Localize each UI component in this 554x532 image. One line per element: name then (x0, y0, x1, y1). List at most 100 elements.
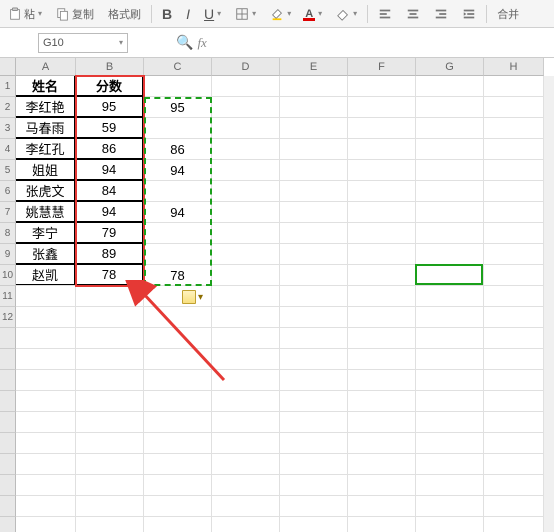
cell[interactable]: 姐姐 (15, 159, 75, 180)
cell[interactable] (76, 307, 144, 328)
paste-button[interactable]: 粘 ▾ (4, 4, 46, 24)
cell[interactable] (212, 307, 280, 328)
cell[interactable] (144, 118, 212, 139)
cell[interactable] (280, 349, 348, 370)
cell[interactable]: 李红艳 (15, 96, 75, 117)
cell[interactable] (144, 433, 212, 454)
cell[interactable] (416, 391, 484, 412)
cell[interactable] (484, 433, 544, 454)
cell[interactable] (16, 349, 76, 370)
fx-label[interactable]: fx (197, 35, 206, 51)
cell[interactable]: 张鑫 (15, 243, 75, 264)
cell[interactable] (144, 496, 212, 517)
cell[interactable] (16, 454, 76, 475)
cell[interactable] (484, 118, 544, 139)
table-header-cell[interactable]: 姓名 (15, 75, 75, 96)
cell[interactable] (144, 328, 212, 349)
cell[interactable] (416, 160, 484, 181)
cell[interactable] (144, 244, 212, 265)
cell[interactable] (416, 265, 484, 286)
cell[interactable] (280, 202, 348, 223)
cell[interactable] (280, 223, 348, 244)
cell[interactable] (484, 307, 544, 328)
cell[interactable] (16, 328, 76, 349)
cell[interactable] (348, 139, 416, 160)
cell[interactable] (280, 118, 348, 139)
cell[interactable] (76, 328, 144, 349)
font-color-button[interactable]: A ▾ (301, 4, 326, 23)
cell[interactable] (280, 286, 348, 307)
cell[interactable] (212, 412, 280, 433)
cell[interactable] (280, 328, 348, 349)
cell[interactable] (484, 160, 544, 181)
cell[interactable] (348, 433, 416, 454)
cell[interactable] (212, 286, 280, 307)
cell[interactable] (416, 328, 484, 349)
cell[interactable]: 94 (144, 160, 212, 181)
cell[interactable] (348, 118, 416, 139)
row-header[interactable] (0, 517, 16, 532)
cell[interactable] (280, 244, 348, 265)
clear-format-button[interactable]: ▾ (332, 5, 361, 23)
bold-button[interactable]: B (158, 4, 176, 24)
italic-button[interactable]: I (182, 4, 194, 24)
cell[interactable] (348, 202, 416, 223)
cell[interactable] (212, 139, 280, 160)
cell[interactable]: 赵凯 (15, 264, 75, 285)
cell[interactable] (280, 412, 348, 433)
cell[interactable] (348, 181, 416, 202)
cell[interactable] (348, 475, 416, 496)
row-header[interactable]: 5 (0, 160, 16, 181)
cell[interactable] (348, 265, 416, 286)
cell[interactable] (212, 391, 280, 412)
cell[interactable] (76, 475, 144, 496)
format-painter-button[interactable]: 格式刷 (104, 4, 145, 24)
cell[interactable] (144, 349, 212, 370)
cell[interactable] (484, 265, 544, 286)
cell[interactable] (348, 412, 416, 433)
cell[interactable] (144, 391, 212, 412)
cell[interactable]: 张虎文 (15, 180, 75, 201)
cell[interactable] (484, 181, 544, 202)
cell[interactable] (212, 160, 280, 181)
row-header[interactable] (0, 433, 16, 454)
cell[interactable] (348, 97, 416, 118)
column-header[interactable]: B (76, 58, 144, 76)
cell[interactable] (144, 475, 212, 496)
cell[interactable]: 李宁 (15, 222, 75, 243)
cell[interactable] (416, 475, 484, 496)
cell[interactable] (212, 76, 280, 97)
cell[interactable] (348, 244, 416, 265)
row-header[interactable]: 6 (0, 181, 16, 202)
cell[interactable]: 95 (75, 96, 143, 117)
cell[interactable] (280, 97, 348, 118)
column-header[interactable]: G (416, 58, 484, 76)
row-header[interactable]: 9 (0, 244, 16, 265)
cell[interactable] (76, 454, 144, 475)
cell[interactable] (484, 391, 544, 412)
cell[interactable] (416, 244, 484, 265)
column-header[interactable]: C (144, 58, 212, 76)
row-header[interactable] (0, 475, 16, 496)
cell[interactable] (484, 139, 544, 160)
cell[interactable] (76, 433, 144, 454)
cell[interactable] (484, 328, 544, 349)
row-header[interactable] (0, 454, 16, 475)
column-header[interactable]: D (212, 58, 280, 76)
cell[interactable] (416, 76, 484, 97)
cell[interactable] (76, 496, 144, 517)
cell[interactable] (416, 307, 484, 328)
row-header[interactable]: 1 (0, 76, 16, 97)
cell[interactable]: 78 (75, 264, 143, 285)
cell[interactable] (484, 97, 544, 118)
cell[interactable] (280, 139, 348, 160)
cell[interactable] (416, 202, 484, 223)
cell[interactable] (484, 412, 544, 433)
cell[interactable] (280, 160, 348, 181)
cell[interactable] (16, 517, 76, 532)
cell[interactable] (212, 118, 280, 139)
cell[interactable] (484, 517, 544, 532)
cell[interactable]: 94 (75, 201, 143, 222)
cell[interactable] (348, 391, 416, 412)
row-header[interactable]: 8 (0, 223, 16, 244)
